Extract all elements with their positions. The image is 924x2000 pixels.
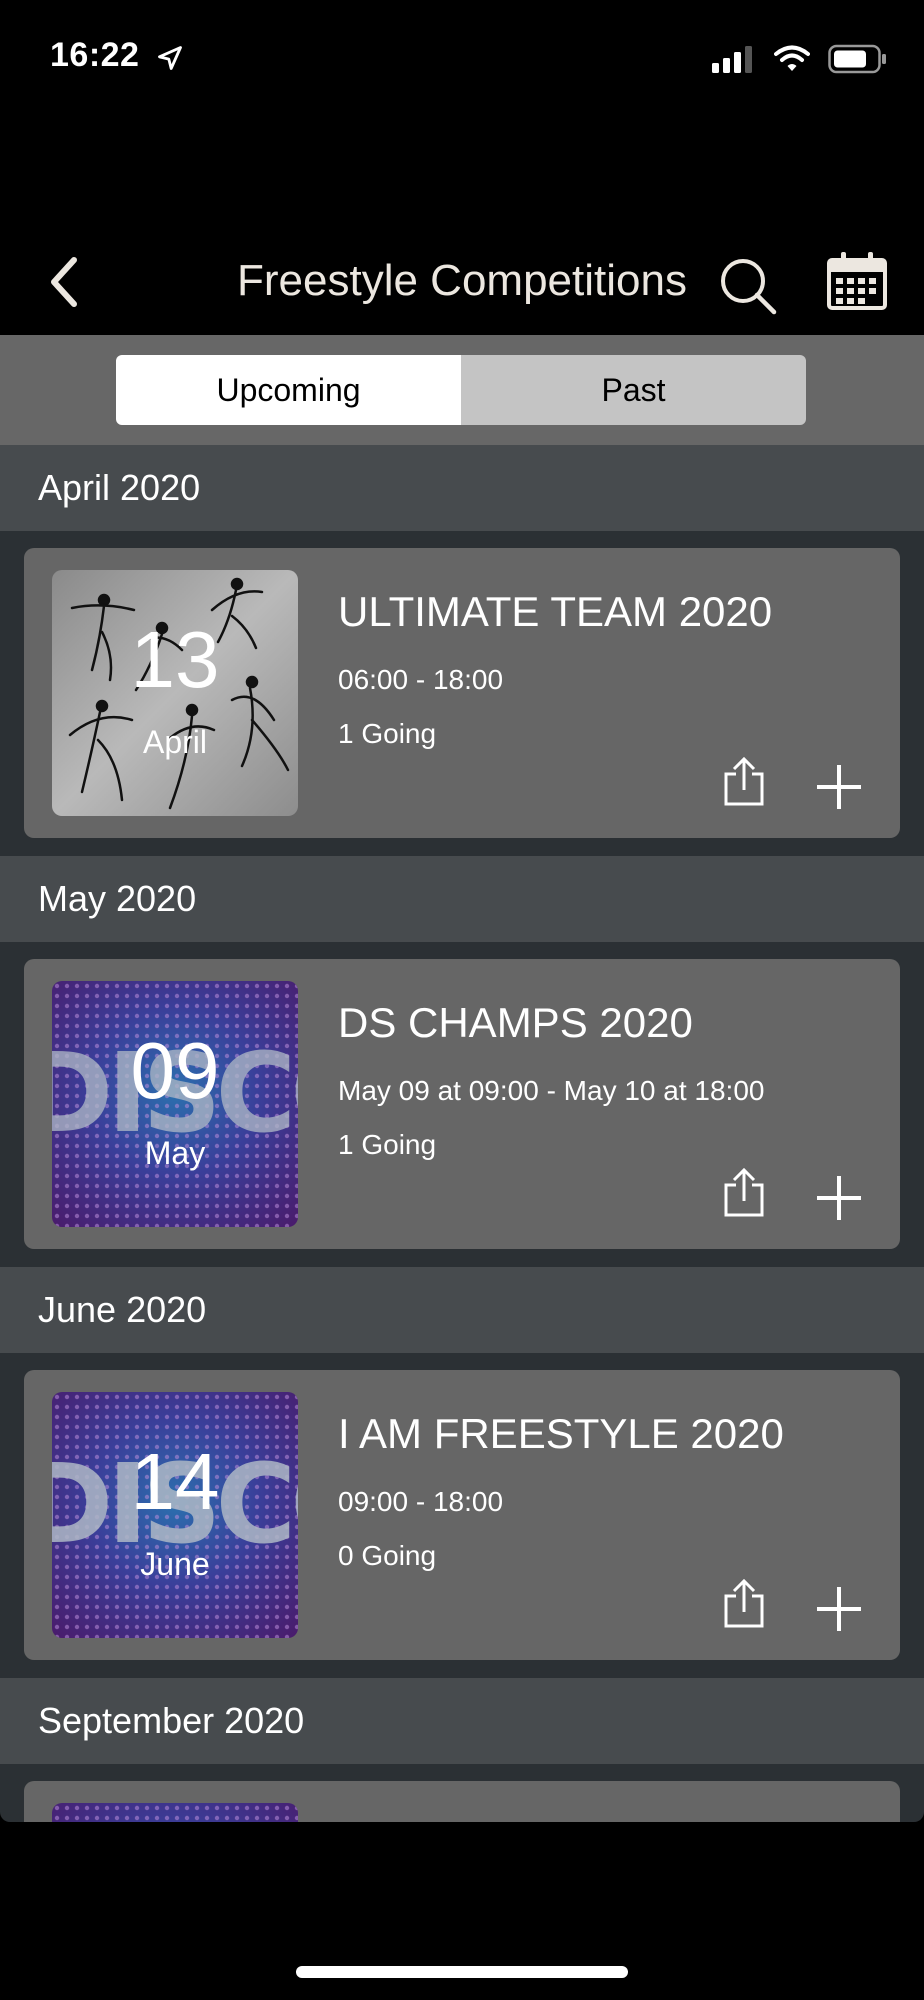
month-header: June 2020 — [0, 1267, 924, 1353]
event-title: ULTIMATE TEAM 2020 — [338, 588, 773, 635]
month-header: May 2020 — [0, 856, 924, 942]
event-card[interactable]: DISCO 14 June I AM FREESTYLE 2020 09:00 … — [24, 1370, 900, 1660]
events-list[interactable]: Upcoming Past April 2020 13 April ULTIMA… — [0, 335, 924, 1822]
plus-icon[interactable] — [814, 1173, 864, 1223]
share-icon[interactable] — [720, 1167, 768, 1219]
page-title: Freestyle Competitions — [237, 256, 687, 305]
event-month: April — [142, 724, 207, 760]
event-time: 06:00 - 18:00 — [338, 664, 504, 695]
navigation-bar: Freestyle Competitions — [0, 230, 924, 335]
event-thumbnail: 13 April — [52, 570, 298, 816]
month-header: April 2020 — [0, 445, 924, 531]
month-header: September 2020 — [0, 1678, 924, 1764]
segment-bar: Upcoming Past — [0, 335, 924, 445]
wifi-icon — [774, 45, 810, 71]
event-going-count: 1 Going — [338, 1129, 437, 1160]
event-card[interactable] — [24, 1781, 900, 1822]
event-thumbnail: DISCO 14 June — [52, 1392, 298, 1638]
event-month: June — [140, 1546, 210, 1582]
event-day: 09 — [130, 1026, 220, 1115]
status-time: 16:22 — [50, 36, 140, 74]
event-day: 14 — [130, 1437, 220, 1526]
event-card[interactable]: DISCO 09 May DS CHAMPS 2020 May 09 at 09… — [24, 959, 900, 1249]
status-indicators — [712, 42, 888, 76]
event-going-count: 0 Going — [338, 1540, 437, 1571]
event-thumbnail — [52, 1803, 298, 1822]
battery-icon — [828, 44, 886, 74]
tab-past[interactable]: Past — [461, 355, 806, 425]
event-thumbnail: DISCO 09 May — [52, 981, 298, 1227]
cellular-signal-icon — [712, 46, 752, 73]
home-indicator[interactable] — [296, 1966, 628, 1978]
event-day: 13 — [130, 615, 220, 704]
share-icon[interactable] — [720, 756, 768, 808]
calendar-icon[interactable] — [826, 250, 888, 312]
plus-icon[interactable] — [814, 1584, 864, 1634]
search-icon[interactable] — [716, 254, 780, 318]
segmented-control: Upcoming Past — [116, 355, 806, 425]
plus-icon[interactable] — [814, 762, 864, 812]
event-time: 09:00 - 18:00 — [338, 1486, 504, 1517]
share-icon[interactable] — [720, 1578, 768, 1630]
event-going-count: 1 Going — [338, 718, 437, 749]
disco-image — [52, 1803, 298, 1822]
event-title: I AM FREESTYLE 2020 — [338, 1410, 784, 1457]
event-card[interactable]: 13 April ULTIMATE TEAM 2020 06:00 - 18:0… — [24, 548, 900, 838]
event-month: May — [144, 1135, 206, 1171]
event-title: DS CHAMPS 2020 — [338, 999, 693, 1046]
screen: 16:22 Freestyle Competitions Upcoming Pa… — [0, 0, 924, 2000]
event-time: May 09 at 09:00 - May 10 at 18:00 — [338, 1075, 765, 1106]
location-arrow-icon — [158, 46, 182, 70]
tab-upcoming[interactable]: Upcoming — [116, 355, 461, 425]
status-bar: 16:22 — [0, 0, 924, 120]
